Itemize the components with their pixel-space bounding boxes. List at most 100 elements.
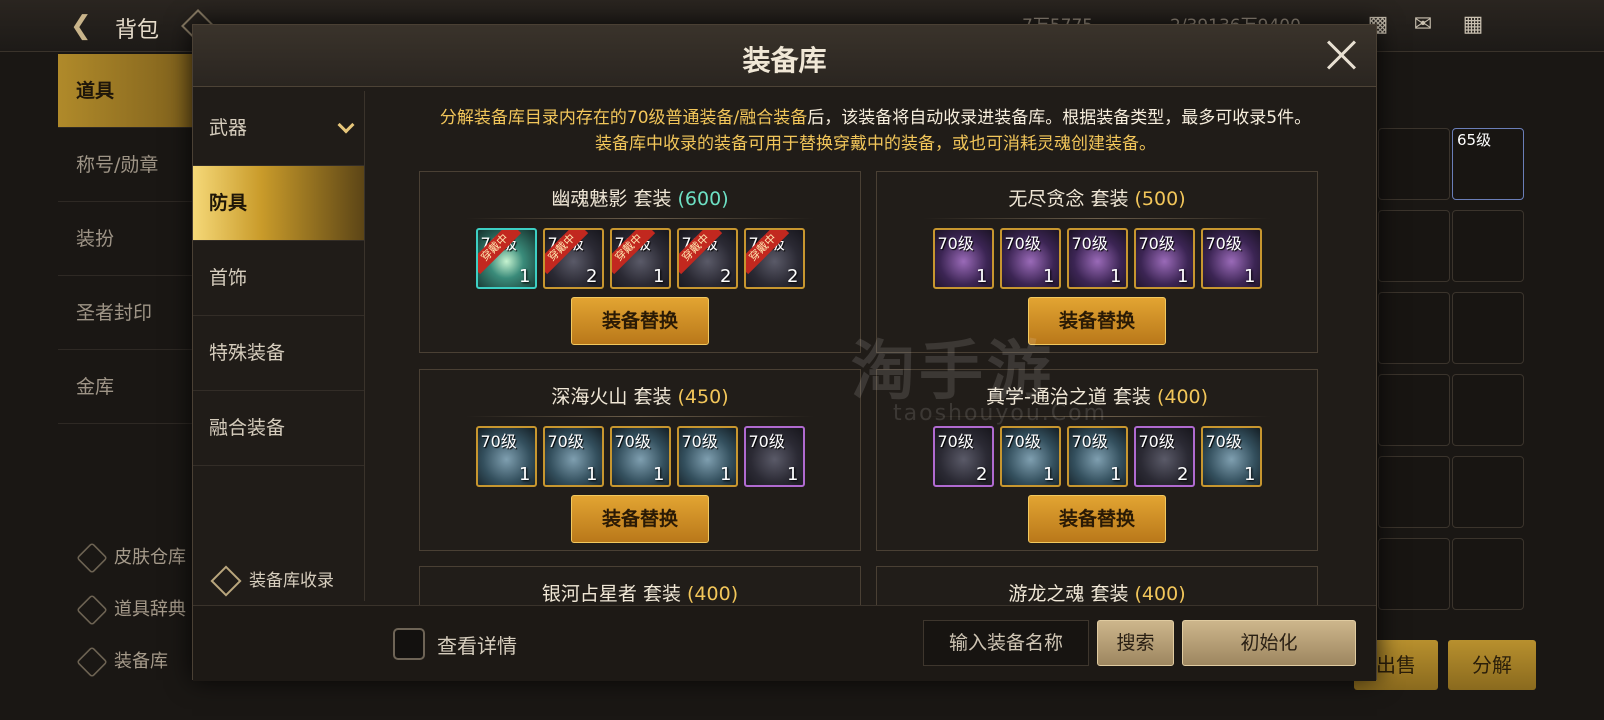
replace-equipment-button[interactable]: 装备替换 [571, 297, 709, 345]
reset-button[interactable]: 初始化 [1182, 620, 1356, 666]
item-level: 70级 [937, 234, 974, 253]
chevron-down-icon [337, 116, 355, 134]
watermark: 淘手游 [851, 335, 1055, 409]
intro-text: 分解装备库目录内存在的70级普通装备/融合装备后，该装备将自动收录进装备库。根据… [439, 108, 1312, 154]
divider [466, 416, 814, 417]
bag-slot[interactable] [1378, 374, 1450, 446]
equipment-slot[interactable]: 70级 1 [932, 228, 994, 289]
bag-tab-items[interactable]: 道具 [58, 54, 198, 128]
search-button[interactable]: 搜索 [1097, 620, 1174, 666]
detail-checkbox[interactable] [393, 628, 425, 660]
equipment-search-input[interactable] [923, 620, 1089, 666]
swords-icon [210, 565, 242, 597]
item-level: 70级 [1004, 234, 1041, 253]
category-armor[interactable]: 防具 [193, 166, 364, 241]
bag-slot[interactable] [1452, 538, 1524, 610]
bag-tab-costume[interactable]: 装扮 [58, 202, 198, 276]
set-name: 深海火山 [551, 386, 628, 408]
item-count: 1 [1043, 266, 1055, 287]
back-arrow-icon[interactable]: ❮ [70, 12, 102, 40]
replace-equipment-button[interactable]: 装备替换 [1028, 495, 1166, 543]
equipment-slot[interactable]: 70级 1 [1200, 228, 1262, 289]
bag-slot[interactable] [1452, 456, 1524, 528]
equipment-library-link[interactable]: 装备库 [76, 644, 168, 680]
close-icon[interactable] [1324, 38, 1358, 72]
set-suffix: 套装 [633, 188, 672, 210]
set-title: 无尽贪念 套装 (500) [877, 184, 1317, 211]
bag-slot[interactable] [1378, 128, 1450, 200]
collect-link[interactable]: 装备库收录 [210, 565, 334, 597]
bag-slot[interactable] [1378, 456, 1450, 528]
bag-slot[interactable] [1378, 210, 1450, 282]
equipment-slot[interactable]: 70级 1 [999, 228, 1061, 289]
category-special[interactable]: 特殊装备 [193, 316, 364, 391]
item-count: 2 [586, 266, 598, 287]
bag-title: 背包 [115, 18, 160, 43]
bag-slot[interactable] [1452, 292, 1524, 364]
item-count: 1 [1244, 464, 1256, 485]
item-level: 70级 [614, 432, 651, 451]
armor-icon [76, 646, 108, 678]
set-card: 银河占星者 套装 (400) [419, 566, 861, 606]
modal-title: 装备库 [742, 44, 827, 77]
equipment-slot[interactable]: 70级 1 [999, 426, 1061, 487]
set-suffix: 套装 [633, 386, 672, 408]
divider [466, 218, 814, 219]
item-count: 1 [1244, 266, 1256, 287]
equipment-slot[interactable]: 70级 1 [609, 426, 671, 487]
category-sidebar: 武器 防具 首饰 特殊装备 融合装备 [193, 91, 365, 601]
equipment-slot[interactable]: 70级穿戴中2 [676, 228, 738, 289]
mail-icon[interactable]: ✉ [1408, 12, 1438, 38]
divider [923, 218, 1271, 219]
replace-equipment-button[interactable]: 装备替换 [571, 495, 709, 543]
chat-icon[interactable]: ▦ [1458, 12, 1488, 38]
equipment-slot[interactable]: 70级 1 [1066, 426, 1128, 487]
bag-slot[interactable] [1452, 374, 1524, 446]
bag-slot[interactable] [1378, 538, 1450, 610]
bag-slot[interactable] [1378, 292, 1450, 364]
bag-slot[interactable]: 65级 [1452, 128, 1524, 200]
equipment-slot[interactable]: 70级 1 [1200, 426, 1262, 487]
set-title: 游龙之魂 套装 (400) [877, 579, 1317, 606]
skin-storage-link[interactable]: 皮肤仓库 [76, 540, 186, 576]
item-level: 70级 [1071, 234, 1108, 253]
item-count: 1 [720, 464, 732, 485]
modal-footer: 装备库收录 查看详情 搜索 初始化 [193, 565, 1376, 681]
equipment-slot[interactable]: 70级穿戴中2 [743, 228, 805, 289]
set-name: 无尽贪念 [1008, 188, 1085, 210]
equipment-slot[interactable]: 70级 1 [475, 426, 537, 487]
category-fusion[interactable]: 融合装备 [193, 391, 364, 466]
item-count: 1 [1110, 464, 1122, 485]
bag-slot[interactable] [1452, 210, 1524, 282]
item-dictionary-link[interactable]: 道具辞典 [76, 592, 186, 628]
equipment-slot[interactable]: 70级 1 [676, 426, 738, 487]
set-suffix: 套装 [1090, 583, 1129, 605]
item-count: 1 [1110, 266, 1122, 287]
set-name: 游龙之魂 [1008, 583, 1085, 605]
category-weapon[interactable]: 武器 [193, 91, 364, 166]
equipment-slot[interactable]: 70级 2 [932, 426, 994, 487]
equipment-slot[interactable]: 70级 1 [542, 426, 604, 487]
bag-tab-titles[interactable]: 称号/勋章 [58, 128, 198, 202]
item-count: 1 [519, 266, 531, 287]
item-count: 1 [653, 464, 665, 485]
equipment-slot[interactable]: 70级穿戴中1 [609, 228, 671, 289]
bag-tab-seals[interactable]: 圣者封印 [58, 276, 198, 350]
bag-tab-vault[interactable]: 金库 [58, 350, 198, 424]
equipment-slot[interactable]: 70级 1 [1133, 228, 1195, 289]
set-suffix: 套装 [1090, 188, 1129, 210]
equipment-slot[interactable]: 70级 2 [1133, 426, 1195, 487]
set-card: 幽魂魅影 套装 (600)70级穿戴中170级穿戴中270级穿戴中170级穿戴中… [419, 171, 861, 353]
equipment-slot[interactable]: 70级穿戴中1 [475, 228, 537, 289]
set-card: 游龙之魂 套装 (400) [876, 566, 1318, 606]
decompose-button[interactable]: 分解 [1448, 640, 1536, 690]
equipment-slot[interactable]: 70级 1 [1066, 228, 1128, 289]
equipment-slot[interactable]: 70级穿戴中2 [542, 228, 604, 289]
category-accessory[interactable]: 首饰 [193, 241, 364, 316]
item-level: 70级 [1004, 432, 1041, 451]
book-icon [76, 594, 108, 626]
item-level: 70级 [937, 432, 974, 451]
brush-icon [76, 542, 108, 574]
equipment-slot[interactable]: 70级 1 [743, 426, 805, 487]
set-card: 深海火山 套装 (450) 70级 1 70级 1 70级 1 70级 1 70级 1 装备替换 [419, 369, 861, 551]
